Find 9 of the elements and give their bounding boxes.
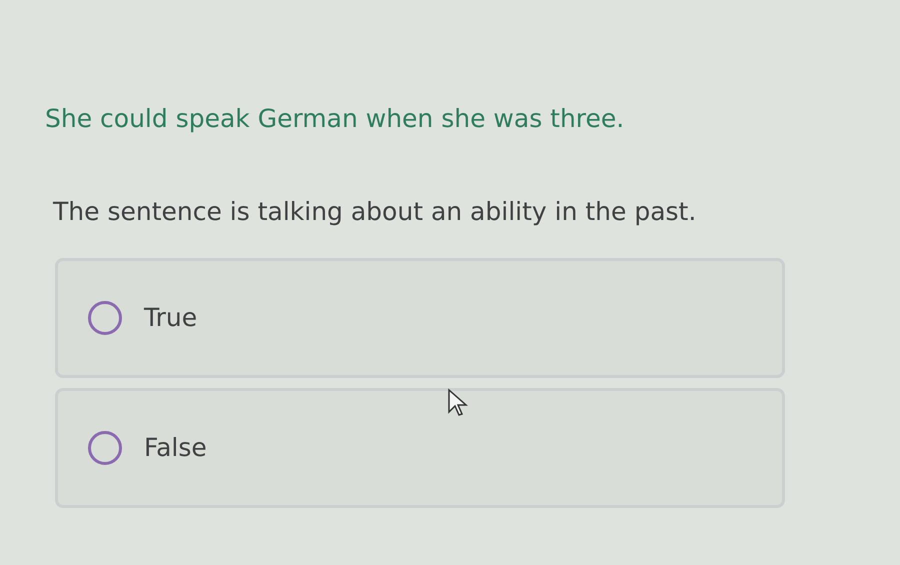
- question-sentence: She could speak German when she was three.: [45, 103, 626, 135]
- option-label: False: [144, 432, 207, 464]
- option-label: True: [144, 302, 198, 334]
- radio-button[interactable]: [88, 431, 122, 465]
- question-prompt: The sentence is talking about an ability in the past.: [53, 196, 698, 228]
- mouse-pointer-icon: [447, 388, 469, 418]
- answer-option[interactable]: False: [55, 388, 785, 508]
- radio-button[interactable]: [88, 301, 122, 335]
- answer-option[interactable]: True: [55, 258, 785, 378]
